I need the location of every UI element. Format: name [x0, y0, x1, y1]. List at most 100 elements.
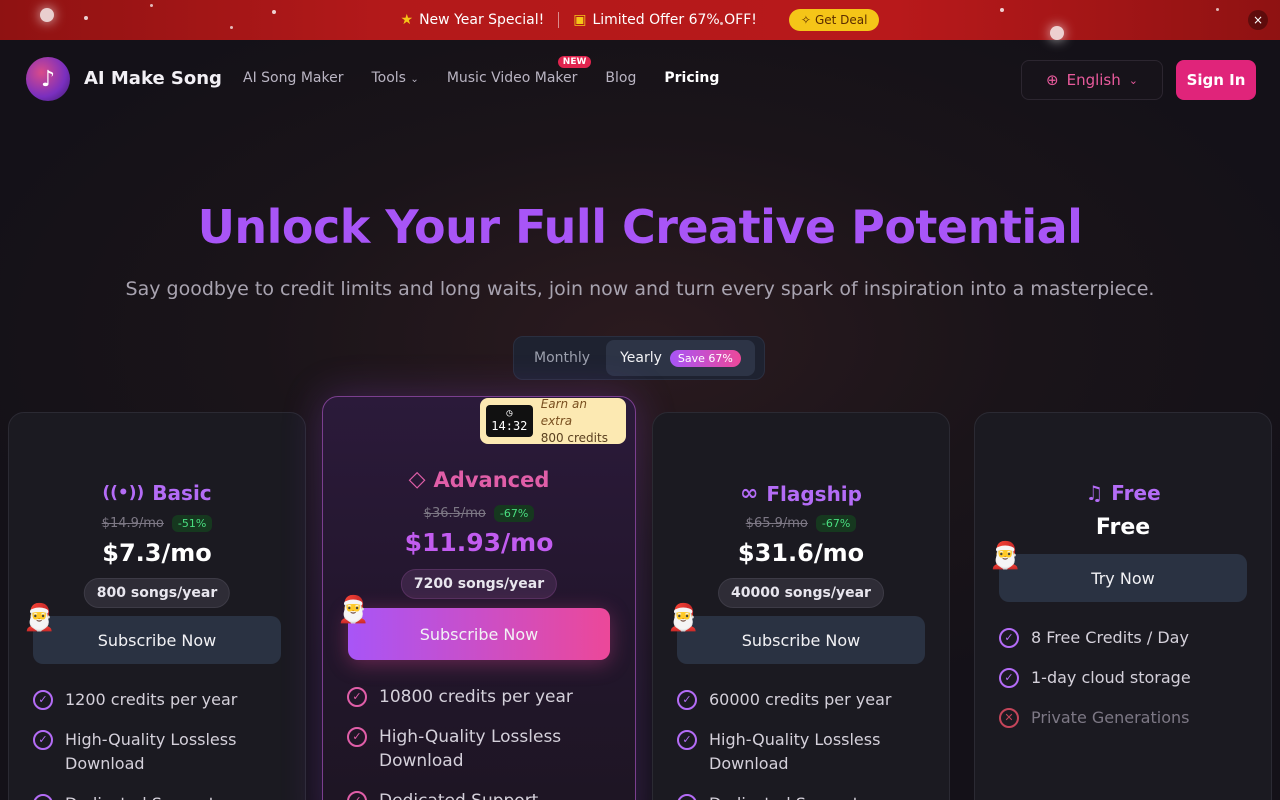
- gift-icon: ▣: [573, 12, 587, 28]
- feature-item: ✓ Dedicated Support: [347, 789, 609, 800]
- music-notes-icon: ♫: [1085, 481, 1104, 505]
- songs-badge: 7200 songs/year: [400, 569, 558, 599]
- plan-price: $11.93/mo: [404, 528, 554, 557]
- page-title: Unlock Your Full Creative Potential: [197, 200, 1083, 254]
- discount-badge: -67%: [493, 505, 535, 522]
- nav-pricing[interactable]: Pricing: [664, 70, 719, 86]
- feature-list: ✓ 1200 credits per year ✓ High-Quality L…: [33, 688, 283, 800]
- feature-item: ✕ Private Generations: [999, 706, 1249, 730]
- feature-item: ✓ High-Quality Lossless Download: [677, 728, 927, 776]
- promo-offer: ▣ Limited Offer 67% OFF!: [573, 12, 757, 28]
- feature-item: ✓ 8 Free Credits / Day: [999, 626, 1249, 650]
- santa-hat-icon: 🎅: [23, 603, 56, 633]
- check-icon: ✓: [33, 690, 53, 710]
- feature-item: ✓ High-Quality Lossless Download: [347, 725, 609, 773]
- songs-badge: 800 songs/year: [83, 578, 231, 608]
- plan-price: Free: [1095, 515, 1151, 540]
- check-icon: ✓: [347, 791, 367, 800]
- discount-badge: -51%: [171, 515, 213, 532]
- subscribe-button[interactable]: Subscribe Now: [677, 616, 925, 664]
- plan-title: ♫ Free: [1085, 481, 1161, 505]
- check-icon: ✓: [677, 690, 697, 710]
- check-icon: ✓: [33, 794, 53, 800]
- old-price: $14.9/mo: [101, 516, 164, 531]
- santa-hat-icon: 🎅: [667, 603, 700, 633]
- chevron-down-icon: ⌄: [410, 74, 419, 85]
- nav-ai-song-maker[interactable]: AI Song Maker: [243, 70, 343, 86]
- feature-list: ✓ 10800 credits per year ✓ High-Quality …: [347, 685, 609, 800]
- bonus-timer: ◷ 14:32 Earn an extra 800 credits: [480, 396, 626, 445]
- plan-card-advanced: ◷ 14:32 Earn an extra 800 credits ◇ Adva…: [322, 396, 636, 800]
- check-icon: ✓: [999, 628, 1019, 648]
- sign-in-button[interactable]: Sign In: [1176, 60, 1256, 100]
- check-icon: ✓: [677, 730, 697, 750]
- check-icon: ✓: [677, 794, 697, 800]
- language-selector[interactable]: ⊕ English ⌄: [1021, 60, 1163, 100]
- close-icon: ×: [1252, 13, 1264, 27]
- bonus-text: Earn an extra 800 credits: [540, 396, 608, 445]
- subscribe-button[interactable]: Subscribe Now: [33, 616, 281, 664]
- feature-list: ✓ 8 Free Credits / Day ✓ 1-day cloud sto…: [999, 626, 1249, 746]
- plan-title: ((•)) Basic: [102, 481, 212, 505]
- nav-tools[interactable]: Tools ⌄: [371, 70, 418, 86]
- x-circle-icon: ✕: [999, 708, 1019, 728]
- top-nav: ♪ AI Make Song AI Song Maker Tools ⌄ Mus…: [0, 40, 1280, 120]
- songs-badge: 40000 songs/year: [718, 578, 884, 608]
- nav-blog[interactable]: Blog: [605, 70, 636, 86]
- try-now-button[interactable]: Try Now: [999, 554, 1247, 602]
- check-icon: ✓: [347, 687, 367, 707]
- nav-music-video-maker[interactable]: Music Video Maker NEW: [447, 56, 592, 86]
- santa-hat-icon: 🎅: [989, 541, 1022, 571]
- plan-title: ∞ Flagship: [740, 481, 862, 506]
- plan-price: $7.3/mo: [102, 539, 212, 567]
- star-icon: ★: [400, 12, 414, 28]
- check-icon: ✓: [347, 727, 367, 747]
- promo-divider: [558, 12, 560, 28]
- price-row: $14.9/mo -51%: [9, 515, 305, 532]
- get-deal-button[interactable]: ✧ Get Deal: [788, 9, 880, 31]
- feature-list: ✓ 60000 credits per year ✓ High-Quality …: [677, 688, 927, 800]
- promo-bar: ★ New Year Special! ▣ Limited Offer 67% …: [0, 0, 1280, 40]
- subscribe-button[interactable]: Subscribe Now: [348, 608, 610, 660]
- old-price: $65.9/mo: [745, 516, 808, 531]
- feature-item: ✓ High-Quality Lossless Download: [33, 728, 283, 776]
- diamond-icon: ◇: [408, 467, 426, 492]
- infinity-icon: ∞: [740, 481, 759, 506]
- close-promo-button[interactable]: ×: [1248, 10, 1268, 30]
- discount-badge: -67%: [815, 515, 857, 532]
- plan-card-flagship: ∞ Flagship $65.9/mo -67% $31.6/mo 40000 …: [652, 412, 950, 800]
- check-icon: ✓: [33, 730, 53, 750]
- save-badge: Save 67%: [669, 349, 741, 367]
- plan-title: ◇ Advanced: [408, 467, 550, 492]
- price-row: $65.9/mo -67%: [653, 515, 949, 532]
- feature-item: ✓ Dedicated Support: [677, 792, 927, 800]
- price-row: $36.5/mo -67%: [323, 505, 635, 522]
- plan-card-basic: ((•)) Basic $14.9/mo -51% $7.3/mo 800 so…: [8, 412, 306, 800]
- old-price: $36.5/mo: [423, 506, 486, 521]
- promo-new-year: ★ New Year Special!: [400, 12, 545, 28]
- chevron-down-icon: ⌄: [1128, 73, 1138, 87]
- nav-links: AI Song Maker Tools ⌄ Music Video Maker …: [243, 56, 719, 86]
- feature-item: ✓ Dedicated Support: [33, 792, 283, 800]
- clock-icon: ◷: [506, 408, 513, 419]
- globe-icon: ⊕: [1046, 71, 1059, 89]
- sparkle-icon: ✧: [800, 13, 811, 27]
- plan-price: $31.6/mo: [737, 539, 865, 567]
- billing-yearly[interactable]: Yearly Save 67%: [606, 340, 755, 376]
- brand-name[interactable]: AI Make Song: [84, 68, 222, 89]
- page-subtitle: Say goodbye to credit limits and long wa…: [125, 278, 1155, 300]
- new-badge: NEW: [557, 56, 592, 68]
- billing-monthly[interactable]: Monthly: [518, 340, 606, 376]
- music-note-icon: ♪: [40, 66, 56, 92]
- feature-item: ✓ 1-day cloud storage: [999, 666, 1249, 690]
- broadcast-icon: ((•)): [102, 483, 145, 503]
- check-icon: ✓: [999, 668, 1019, 688]
- countdown-clock: ◷ 14:32: [486, 405, 533, 437]
- feature-item: ✓ 1200 credits per year: [33, 688, 283, 712]
- logo[interactable]: ♪: [26, 57, 70, 101]
- feature-item: ✓ 60000 credits per year: [677, 688, 927, 712]
- feature-item: ✓ 10800 credits per year: [347, 685, 609, 709]
- santa-hat-icon: 🎅: [337, 595, 370, 625]
- billing-toggle: Monthly Yearly Save 67%: [513, 336, 765, 380]
- plan-card-free: ♫ Free Free Try Now 🎅 ✓ 8 Free Credits /…: [974, 412, 1272, 800]
